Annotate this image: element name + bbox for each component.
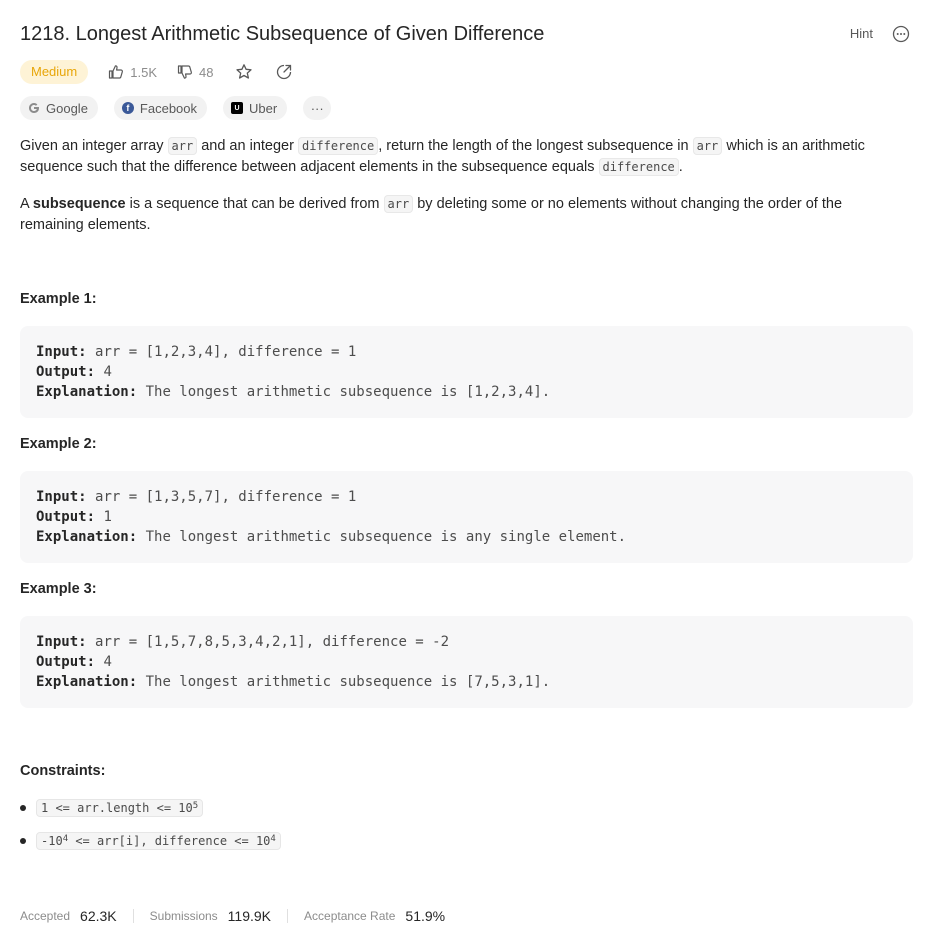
bullet [20, 838, 26, 844]
more-options-icon[interactable] [892, 25, 910, 43]
explanation-label: Explanation: [36, 529, 138, 545]
company-name: Uber [249, 100, 278, 116]
problem-meta: Medium 1.5K 48 [20, 60, 293, 84]
explanation-label: Explanation: [36, 674, 138, 690]
example-title: Example 1: [20, 291, 97, 307]
dislike-button[interactable]: 48 [177, 64, 213, 80]
bold-term: subsequence [32, 196, 126, 212]
dislike-count: 48 [199, 64, 214, 80]
divider [287, 909, 289, 923]
thumbs-down-icon [177, 65, 192, 79]
input-label: Input: [36, 489, 87, 505]
exponent: 4 [270, 834, 276, 844]
thumbs-up-icon [109, 65, 124, 79]
stat-value: 62.3K [80, 908, 117, 924]
text: A [20, 196, 33, 212]
text: and an integer [197, 138, 298, 154]
input-label: Input: [36, 634, 87, 650]
difficulty-badge: Medium [20, 60, 89, 84]
inline-code: difference [297, 137, 379, 155]
inline-code: arr [692, 137, 723, 155]
example-block: Input: arr = [1,2,3,4], difference = 1 O… [20, 326, 913, 418]
constraint-text: -10 [41, 834, 63, 848]
constraint-code: -104 <= arr[i], difference <= 104 [36, 832, 281, 850]
input-value: arr = [1,5,7,8,5,3,4,2,1], difference = … [95, 634, 450, 650]
input-label: Input: [36, 344, 87, 360]
example-title: Example 3: [20, 581, 97, 597]
output-value: 1 [103, 509, 112, 525]
favorite-button[interactable] [235, 63, 253, 81]
like-button[interactable]: 1.5K [108, 64, 157, 80]
output-label: Output: [36, 364, 96, 380]
output-label: Output: [36, 654, 96, 670]
uber-logo-icon: U [231, 102, 244, 114]
text: . [678, 159, 683, 175]
company-tag-facebook[interactable]: f Facebook [113, 96, 208, 120]
company-tags: Google f Facebook U Uber ··· [20, 96, 332, 120]
google-logo-icon [29, 103, 39, 113]
hint-button[interactable]: Hint [850, 26, 873, 41]
more-companies-button[interactable]: ··· [303, 96, 332, 120]
input-value: arr = [1,2,3,4], difference = 1 [95, 344, 357, 360]
stat-label: Accepted [20, 909, 71, 923]
acceptance-rate-stat: Acceptance Rate 51.9% [304, 908, 445, 924]
company-name: Google [46, 100, 88, 116]
company-tag-google[interactable]: Google [20, 96, 98, 120]
inline-code: difference [598, 158, 679, 176]
star-icon [236, 64, 253, 79]
company-name: Facebook [139, 100, 198, 116]
submission-stats: Accepted 62.3K Submissions 119.9K Accept… [20, 906, 445, 926]
example-title: Example 2: [20, 436, 97, 452]
constraint-text: <= arr[i], difference <= 10 [68, 834, 271, 848]
problem-title: 1218. Longest Arithmetic Subsequence of … [20, 23, 545, 45]
explanation-label: Explanation: [36, 384, 138, 400]
text: , return the length of the longest subse… [378, 138, 693, 154]
inline-code: arr [383, 195, 414, 213]
example-block: Input: arr = [1,3,5,7], difference = 1 O… [20, 471, 913, 563]
divider [132, 909, 134, 923]
bullet [20, 805, 26, 811]
definition-paragraph: A subsequence is a sequence that can be … [20, 194, 873, 236]
input-value: arr = [1,3,5,7], difference = 1 [95, 489, 357, 505]
stat-value: 119.9K [227, 908, 272, 924]
output-label: Output: [36, 509, 96, 525]
company-tag-uber[interactable]: U Uber [223, 96, 288, 120]
explanation-value: The longest arithmetic subsequence is [7… [145, 674, 551, 690]
explanation-value: The longest arithmetic subsequence is an… [145, 529, 627, 545]
output-value: 4 [103, 654, 112, 670]
constraint-code: 1 <= arr.length <= 105 [36, 799, 204, 817]
stat-label: Acceptance Rate [304, 909, 396, 923]
constraint-item: 1 <= arr.length <= 105 [20, 799, 204, 817]
constraint-text: 1 <= arr.length <= 10 [41, 801, 193, 815]
stat-value: 51.9% [405, 908, 446, 924]
accepted-stat: Accepted 62.3K [20, 908, 117, 924]
share-icon [277, 64, 292, 80]
constraints-title: Constraints: [20, 763, 106, 779]
example-block: Input: arr = [1,5,7,8,5,3,4,2,1], differ… [20, 616, 913, 708]
inline-code: arr [167, 137, 198, 155]
exponent: 5 [192, 801, 199, 811]
constraint-item: -104 <= arr[i], difference <= 104 [20, 832, 281, 850]
problem-header: 1218. Longest Arithmetic Subsequence of … [20, 20, 913, 50]
facebook-logo-icon: f [121, 102, 134, 114]
output-value: 4 [103, 364, 112, 380]
share-button[interactable] [275, 63, 293, 81]
description-paragraph: Given an integer array arr and an intege… [20, 136, 873, 178]
text: is a sequence that can be derived from [125, 196, 384, 212]
like-count: 1.5K [130, 64, 157, 80]
submissions-stat: Submissions 119.9K [150, 908, 271, 924]
explanation-value: The longest arithmetic subsequence is [1… [145, 384, 551, 400]
text: Given an integer array [20, 138, 168, 154]
stat-label: Submissions [149, 909, 218, 923]
